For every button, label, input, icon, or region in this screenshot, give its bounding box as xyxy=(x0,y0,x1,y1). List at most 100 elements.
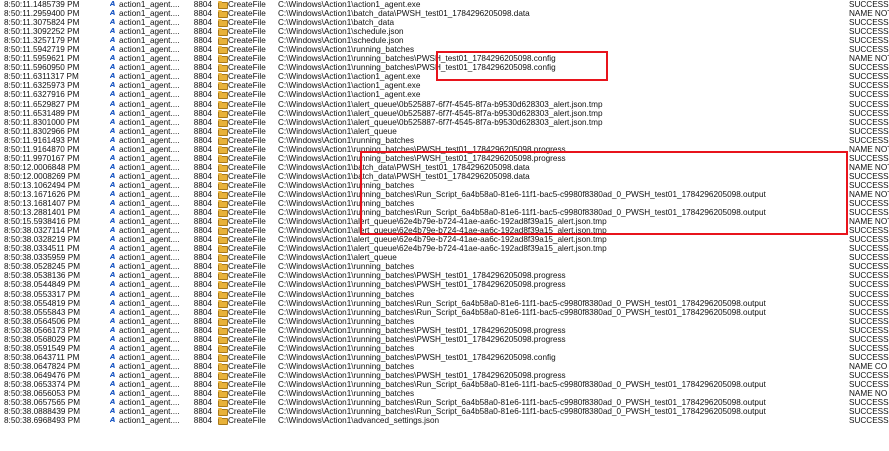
table-row[interactable]: 8:50:11.3075824 PM Aaction1_agent.... 8804… xyxy=(0,18,889,28)
table-row[interactable]: 8:50:38.0554819 PM Aaction1_agent.... 8804… xyxy=(0,299,889,308)
process-cell: Aaction1_agent.... xyxy=(110,317,188,326)
table-row[interactable]: 8:50:38.0544849 PM Aaction1_agent.... 8804… xyxy=(0,280,889,290)
table-row[interactable]: 8:50:13.1681407 PM Aaction1_agent.... 8804… xyxy=(0,199,889,209)
table-row[interactable]: 8:50:11.5959621 PM Aaction1_agent.... 8804… xyxy=(0,54,889,64)
action1-agent-icon: A xyxy=(110,90,115,99)
operation-cell: CreateFile xyxy=(218,407,276,417)
table-row[interactable]: 8:50:38.0553317 PM Aaction1_agent.... 8804… xyxy=(0,290,889,299)
folder-file-icon xyxy=(218,127,228,136)
time-cell: 8:50:13.1062494 PM xyxy=(4,180,81,190)
time-cell: 8:50:11.3257179 PM xyxy=(4,36,80,46)
table-row[interactable]: 8:50:38.0656053 PM Aaction1_agent.... 8804… xyxy=(0,389,889,399)
result-cell: SUCCESS xyxy=(849,153,889,163)
pid-cell: 8804 xyxy=(193,153,212,163)
process-name: action1_agent.... xyxy=(119,153,180,163)
operation-name: CreateFile xyxy=(228,90,266,100)
operation-cell: CreateFile xyxy=(218,81,276,91)
path-cell: C:\Windows\Action1\alert_queue\0b525887-… xyxy=(278,108,603,118)
table-row[interactable]: 8:50:13.1062494 PM Aaction1_agent.... 8804… xyxy=(0,181,889,190)
process-cell: Aaction1_agent.... xyxy=(110,226,188,235)
table-row[interactable]: 8:50:11.2959400 PM Aaction1_agent.... 8804… xyxy=(0,9,889,19)
table-row[interactable]: 8:50:11.5960950 PM Aaction1_agent.... 8804… xyxy=(0,63,889,73)
table-row[interactable]: 8:50:38.0528245 PM Aaction1_agent.... 8804… xyxy=(0,262,889,272)
result-cell: SUCCESS xyxy=(849,271,889,281)
table-row[interactable]: 8:50:11.6327916 PM Aaction1_agent.... 8804… xyxy=(0,90,889,100)
time-cell: 8:50:38.0647824 PM xyxy=(4,361,81,371)
table-row[interactable]: 8:50:13.2881401 PM Aaction1_agent.... 8804… xyxy=(0,208,889,218)
table-row[interactable]: 8:50:12.0008269 PM Aaction1_agent.... 8804… xyxy=(0,172,889,181)
table-row[interactable]: 8:50:11.1485739 PM Aaction1_agent.... 8804… xyxy=(0,0,889,10)
table-row[interactable]: 8:50:11.5942719 PM Aaction1_agent.... 8804… xyxy=(0,45,889,55)
table-row[interactable]: 8:50:38.0647824 PM Aaction1_agent.... 8804… xyxy=(0,362,889,371)
table-row[interactable]: 8:50:11.6531489 PM Aaction1_agent.... 8804… xyxy=(0,109,889,118)
pid-cell: 8804 xyxy=(193,361,212,371)
result-cell: NAME NOT FOUND xyxy=(849,144,889,154)
operation-cell: CreateFile xyxy=(218,90,276,100)
table-row[interactable]: 8:50:11.6529827 PM Aaction1_agent.... 8804… xyxy=(0,100,889,109)
table-row[interactable]: 8:50:38.0888439 PM Aaction1_agent.... 8804… xyxy=(0,407,889,417)
table-row[interactable]: 8:50:38.0653374 PM Aaction1_agent.... 8804… xyxy=(0,380,889,389)
process-cell: Aaction1_agent.... xyxy=(110,154,188,163)
table-row[interactable]: 8:50:38.0649476 PM Aaction1_agent.... 8804… xyxy=(0,371,889,380)
process-cell: Aaction1_agent.... xyxy=(110,235,188,244)
action1-agent-icon: A xyxy=(110,271,115,280)
process-cell: Aaction1_agent.... xyxy=(110,72,188,81)
table-row[interactable]: 8:50:11.6311317 PM Aaction1_agent.... 8804… xyxy=(0,72,889,82)
folder-file-icon xyxy=(218,118,228,127)
process-name: action1_agent.... xyxy=(119,199,180,209)
result-cell: SUCCESS xyxy=(849,398,889,408)
operation-name: CreateFile xyxy=(228,307,266,317)
operation-name: CreateFile xyxy=(228,189,266,199)
table-row[interactable]: 8:50:11.9164870 PM Aaction1_agent.... 8804… xyxy=(0,145,889,154)
table-row[interactable]: 8:50:11.3257179 PM Aaction1_agent.... 8804… xyxy=(0,36,889,46)
pid-cell: 8804 xyxy=(193,54,212,64)
process-cell: Aaction1_agent.... xyxy=(110,262,188,271)
table-row[interactable]: 8:50:11.6325973 PM Aaction1_agent.... 8804… xyxy=(0,81,889,91)
time-cell: 8:50:11.9970167 PM xyxy=(4,153,80,163)
table-row[interactable]: 8:50:38.0643711 PM Aaction1_agent.... 8804… xyxy=(0,353,889,362)
table-row[interactable]: 8:50:11.9970167 PM Aaction1_agent.... 8804… xyxy=(0,154,889,163)
table-row[interactable]: 8:50:38.0657565 PM Aaction1_agent.... 8804… xyxy=(0,398,889,408)
action1-agent-icon: A xyxy=(110,416,115,425)
table-row[interactable]: 8:50:38.0327114 PM Aaction1_agent.... 8804… xyxy=(0,226,889,236)
table-row[interactable]: 8:50:38.0538136 PM Aaction1_agent.... 8804… xyxy=(0,271,889,281)
process-cell: Aaction1_agent.... xyxy=(110,18,188,27)
table-row[interactable]: 8:50:38.6968493 PM Aaction1_agent.... 8804… xyxy=(0,416,889,426)
pid-cell: 8804 xyxy=(193,126,212,136)
action1-agent-icon: A xyxy=(110,126,115,135)
path-cell: C:\Windows\Action1\running_batches\Run_S… xyxy=(278,298,766,308)
path-cell: C:\Windows\Action1\running_batches\Run_S… xyxy=(278,307,766,317)
operation-cell: CreateFile xyxy=(218,362,276,371)
process-name: action1_agent.... xyxy=(119,144,180,154)
table-row[interactable]: 8:50:11.3092252 PM Aaction1_agent.... 8804… xyxy=(0,27,889,37)
pid-cell: 8804 xyxy=(193,72,212,82)
time-cell: 8:50:38.0568029 PM xyxy=(4,334,81,344)
table-row[interactable]: 8:50:11.8302966 PM Aaction1_agent.... 8804… xyxy=(0,127,889,136)
table-row[interactable]: 8:50:38.0335959 PM Aaction1_agent.... 8804… xyxy=(0,253,889,263)
operation-cell: CreateFile xyxy=(218,199,276,209)
table-row[interactable]: 8:50:38.0568029 PM Aaction1_agent.... 8804… xyxy=(0,335,889,344)
table-row[interactable]: 8:50:38.0328219 PM Aaction1_agent.... 8804… xyxy=(0,235,889,245)
table-row[interactable]: 8:50:15.5938416 PM Aaction1_agent.... 8804… xyxy=(0,217,889,227)
operation-cell: CreateFile xyxy=(218,226,276,236)
table-row[interactable]: 8:50:11.9161493 PM Aaction1_agent.... 8804… xyxy=(0,136,889,145)
folder-file-icon xyxy=(218,1,228,10)
table-row[interactable]: 8:50:38.0564506 PM Aaction1_agent.... 8804… xyxy=(0,317,889,326)
table-row[interactable]: 8:50:11.8301000 PM Aaction1_agent.... 8804… xyxy=(0,118,889,127)
table-row[interactable]: 8:50:12.0006848 PM Aaction1_agent.... 8804… xyxy=(0,163,889,172)
process-cell: Aaction1_agent.... xyxy=(110,353,188,362)
time-cell: 8:50:38.0657565 PM xyxy=(4,398,81,408)
pid-cell: 8804 xyxy=(193,298,212,308)
process-name: action1_agent.... xyxy=(119,407,180,417)
folder-file-icon xyxy=(218,227,228,236)
table-row[interactable]: 8:50:38.0566173 PM Aaction1_agent.... 8804… xyxy=(0,326,889,335)
table-row[interactable]: 8:50:38.0334511 PM Aaction1_agent.... 8804… xyxy=(0,244,889,254)
process-cell: Aaction1_agent.... xyxy=(110,208,188,217)
table-row[interactable]: 8:50:38.0555843 PM Aaction1_agent.... 8804… xyxy=(0,308,889,317)
operation-cell: CreateFile xyxy=(218,54,276,64)
table-row[interactable]: 8:50:38.0591549 PM Aaction1_agent.... 8804… xyxy=(0,344,889,353)
table-row[interactable]: 8:50:13.1671626 PM Aaction1_agent.... 8804… xyxy=(0,190,889,199)
pid-cell: 8804 xyxy=(193,180,212,190)
path-cell: C:\Windows\Action1\running_batches\PWSH_… xyxy=(278,334,566,344)
folder-file-icon xyxy=(218,390,228,399)
